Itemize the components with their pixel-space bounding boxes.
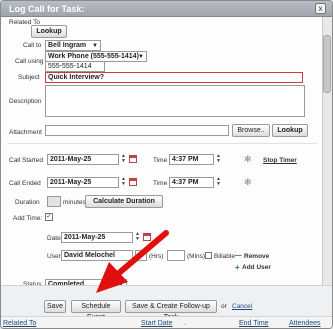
chevron-down-icon: ▼ <box>92 43 98 49</box>
call-to-label: Call to <box>23 42 42 49</box>
browse-button[interactable]: Browse.. <box>232 124 270 137</box>
chevron-down-icon: ▼ <box>138 54 144 60</box>
remove-icon[interactable]: — <box>235 252 242 259</box>
spinner-icon: ✻ <box>244 154 252 164</box>
scrollbar-thumb[interactable] <box>323 35 331 93</box>
call-to-select[interactable]: Bell Ingram ▼ <box>45 40 101 51</box>
related-to-lookup-button[interactable]: Lookup <box>31 25 67 38</box>
spinner-icon: ✻ <box>244 177 252 187</box>
call-started-time[interactable]: 4:37 PM <box>169 154 214 165</box>
billable-checkbox[interactable] <box>205 252 212 259</box>
time-stepper[interactable]: ▲ ▼ <box>216 154 222 164</box>
save-followup-button[interactable]: Save & Create Follow-up Task <box>125 300 217 321</box>
call-started-label: Call Started <box>9 157 43 164</box>
description-textarea[interactable] <box>45 85 305 117</box>
sort-marker: . <box>184 320 186 327</box>
date-stepper[interactable]: ▲ ▼ <box>121 154 127 164</box>
add-time-label: Add Time: <box>13 215 43 222</box>
col-end-time[interactable]: End Time <box>239 320 269 327</box>
close-button[interactable]: x <box>315 3 326 14</box>
remove-link[interactable]: Remove <box>244 253 269 260</box>
calculate-duration-button[interactable]: Calculate Duration <box>85 195 163 208</box>
minutes-input[interactable] <box>167 250 185 261</box>
col-related-to[interactable]: Related To <box>3 320 36 327</box>
call-started-time-label: Time <box>153 157 168 164</box>
minutes-label: (Mins) <box>187 253 206 260</box>
calendar-icon[interactable] <box>143 233 151 241</box>
dialog-titlebar: Log Call for Task: x <box>1 1 332 17</box>
add-time-date-label: Date <box>47 235 61 242</box>
section-divider <box>7 143 317 144</box>
attachment-label: Attachment <box>9 129 42 136</box>
phone-number-field[interactable]: 555-555-1414 <box>45 61 105 72</box>
date-stepper[interactable]: ▲ ▼ <box>135 232 141 242</box>
add-time-date[interactable]: 2011-May-25 <box>61 232 133 243</box>
col-start-date[interactable]: Start Date <box>141 320 173 327</box>
date-stepper[interactable]: ▲ ▼ <box>121 177 127 187</box>
call-using-select-value: Work Phone (555-555-1414) <box>48 53 139 60</box>
add-time-user[interactable]: David Melochel <box>61 250 133 261</box>
call-ended-time-label: Time <box>153 180 168 187</box>
description-label: Description <box>9 98 42 105</box>
hours-input[interactable] <box>135 250 147 261</box>
dialog-title: Log Call for Task: <box>9 4 85 14</box>
call-ended-label: Call Ended <box>9 180 41 187</box>
time-stepper[interactable]: ▲ ▼ <box>216 177 222 187</box>
calendar-icon[interactable] <box>129 155 137 163</box>
log-call-dialog: Log Call for Task: x Related To Lookup C… <box>0 0 333 329</box>
subject-input[interactable]: Quick Interview? <box>45 72 303 83</box>
add-time-checkbox[interactable]: ✓ <box>45 213 53 221</box>
call-ended-time[interactable]: 4:37 PM <box>169 177 214 188</box>
add-icon[interactable]: + <box>235 263 240 272</box>
attachment-lookup-button[interactable]: Lookup <box>272 124 308 137</box>
call-started-date[interactable]: 2011-May-25 <box>47 154 119 165</box>
schedule-event-button[interactable]: Schedule Event <box>71 300 121 321</box>
save-button[interactable]: Save <box>44 300 66 313</box>
call-to-value: Bell Ingram <box>48 42 87 49</box>
cancel-link[interactable]: Cancel <box>232 303 252 310</box>
duration-label: Duration <box>15 199 40 206</box>
duration-unit: minutes <box>63 199 86 206</box>
add-user-link[interactable]: Add User <box>242 264 271 271</box>
attachment-field[interactable] <box>45 125 229 136</box>
duration-input[interactable] <box>47 196 61 207</box>
add-time-user-label: User <box>47 253 61 260</box>
call-ended-date[interactable]: 2011-May-25 <box>47 177 119 188</box>
call-using-label: Call using <box>15 58 44 65</box>
col-attendees[interactable]: Attendees <box>289 320 321 327</box>
hours-label: (Hrs) <box>149 253 164 260</box>
billable-label: Billable <box>214 253 235 260</box>
stop-timer-link[interactable]: Stop Timer <box>263 157 297 164</box>
subject-label: Subject <box>18 74 40 81</box>
calendar-icon[interactable] <box>129 178 137 186</box>
dialog-scrollbar[interactable] <box>322 17 332 285</box>
background-table-header: Related To Start Date . End Time Attende… <box>1 316 332 328</box>
or-text: or <box>221 303 227 310</box>
